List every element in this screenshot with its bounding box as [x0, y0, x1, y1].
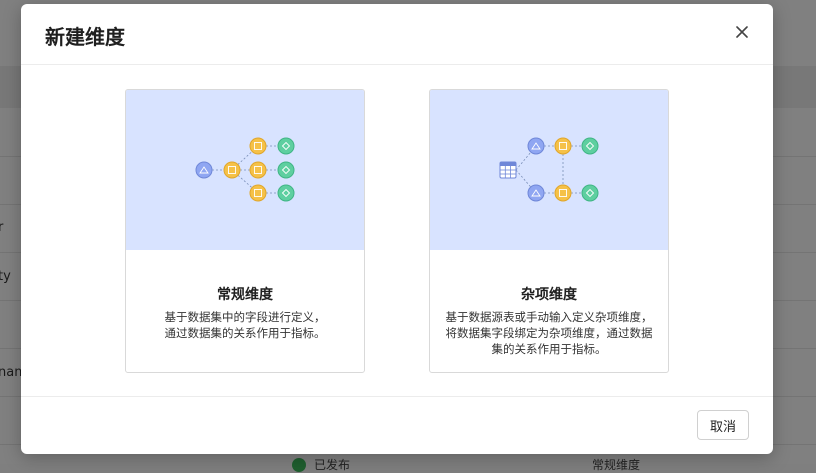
- card-description-line: 将数据集字段绑定为杂项维度，通过数据: [445, 326, 653, 340]
- cancel-button[interactable]: 取消: [697, 410, 749, 440]
- close-icon: [736, 26, 748, 38]
- status-dot-icon: [292, 458, 306, 472]
- card-description: 基于数据源表或手动输入定义杂项维度， 将数据集字段绑定为杂项维度，通过数据 集的…: [438, 309, 660, 357]
- field-node-icon: [554, 137, 572, 202]
- bg-row-label: r: [0, 220, 4, 235]
- bg-status-text: 已发布: [314, 458, 351, 472]
- modal-title: 新建维度: [45, 25, 125, 49]
- source-node-icon: [527, 137, 545, 202]
- card-description-line: 基于数据源表或手动输入定义杂项维度，: [445, 310, 653, 324]
- dimension-node-icon: [277, 137, 295, 202]
- card-description-line: 通过数据集的关系作用于指标。: [164, 326, 326, 340]
- card-title: 常规维度: [217, 287, 273, 303]
- field-node-icon: [249, 137, 267, 202]
- card-description: 基于数据集中的字段进行定义， 通过数据集的关系作用于指标。: [134, 309, 356, 341]
- dimension-flow-illustration: [195, 137, 295, 202]
- modal-footer: 取消: [21, 396, 773, 454]
- close-button[interactable]: [731, 21, 753, 43]
- misc-dimension-illustration: [430, 90, 668, 250]
- source-node-icon: [195, 161, 213, 179]
- table-flow-illustration: [499, 137, 599, 202]
- bg-row-label: ty: [0, 269, 11, 284]
- misc-dimension-card[interactable]: 杂项维度 基于数据源表或手动输入定义杂项维度， 将数据集字段绑定为杂项维度，通过…: [429, 89, 669, 373]
- regular-dimension-illustration: [126, 90, 364, 250]
- bg-type-text: 常规维度: [592, 458, 641, 472]
- dimension-node-icon: [581, 137, 599, 202]
- table-icon: [499, 161, 517, 179]
- regular-dimension-card[interactable]: 常规维度 基于数据集中的字段进行定义， 通过数据集的关系作用于指标。: [125, 89, 365, 373]
- new-dimension-modal: 新建维度 常规维度 基于数据集中的字段进行定义， 通过数据集的关系作用于指标。 …: [21, 4, 773, 454]
- modal-header: 新建维度: [21, 4, 773, 65]
- card-description-line: 集的关系作用于指标。: [491, 342, 607, 356]
- card-description-line: 基于数据集中的字段进行定义，: [164, 310, 326, 324]
- dataset-node-icon: [223, 161, 241, 179]
- card-title: 杂项维度: [521, 287, 577, 303]
